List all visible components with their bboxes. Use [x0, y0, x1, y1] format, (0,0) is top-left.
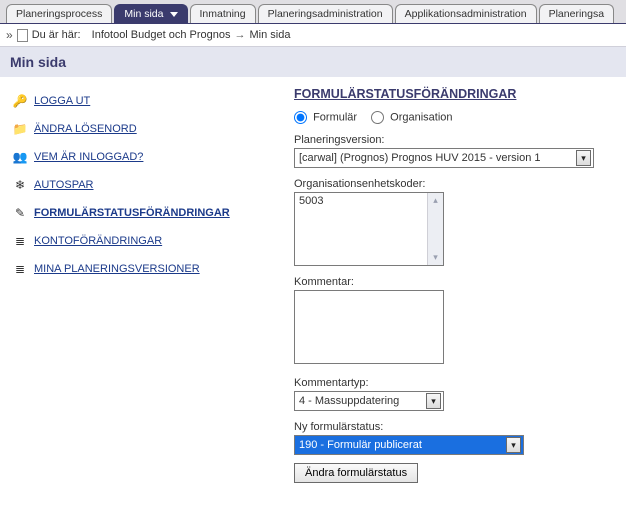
tab-bar: Planeringsprocess Min sida Inmatning Pla… — [0, 0, 626, 24]
newstatus-select[interactable]: 190 - Formulär publicerat ▾ — [294, 435, 524, 455]
sidebar-item-label: KONTOFÖRÄNDRINGAR — [34, 235, 162, 247]
tab-planeringsprocess[interactable]: Planeringsprocess — [6, 4, 112, 23]
radio-organisation[interactable]: Organisation — [371, 111, 452, 124]
sidebar-item-loggaut[interactable]: 🔑 LOGGA UT — [12, 87, 272, 115]
document-icon — [17, 29, 28, 42]
sidebar-item-label: LOGGA UT — [34, 95, 90, 107]
sidebar-item-formularstatus[interactable]: ✎ FORMULÄRSTATUSFÖRÄNDRINGAR — [12, 199, 272, 227]
commenttype-label: Kommentartyp: — [294, 377, 612, 389]
sidebar: 🔑 LOGGA UT 📁 ÄNDRA LÖSENORD 👥 VEM ÄR INL… — [0, 77, 280, 293]
breadcrumb: » Du är här: Infotool Budget och Prognos… — [0, 24, 626, 47]
logout-icon: 🔑 — [12, 93, 28, 109]
planversion-value: [carwal] (Prognos) Prognos HUV 2015 - ve… — [299, 152, 541, 164]
chevron-down-icon: ▾ — [576, 150, 591, 166]
formstatus-icon: ✎ — [12, 205, 28, 221]
chevron-icon: » — [6, 28, 13, 42]
tab-inmatning[interactable]: Inmatning — [190, 4, 256, 23]
sidebar-item-autospar[interactable]: ❄ AUTOSPAR — [12, 171, 272, 199]
breadcrumb-current: Min sida — [250, 29, 291, 41]
arrow-icon: → — [235, 29, 246, 41]
comment-textarea[interactable] — [294, 290, 444, 364]
tab-min-sida[interactable]: Min sida — [114, 4, 187, 23]
sidebar-item-mina-planversioner[interactable]: ≣ MINA PLANERINGSVERSIONER — [12, 255, 272, 283]
sidebar-item-label: VEM ÄR INLOGGAD? — [34, 151, 143, 163]
tab-applikationsadministration[interactable]: Applikationsadministration — [395, 4, 537, 23]
commenttype-select[interactable]: 4 - Massuppdatering ▾ — [294, 391, 444, 411]
newstatus-value: 190 - Formulär publicerat — [299, 439, 422, 451]
radio-organisation-input[interactable] — [371, 111, 384, 124]
breadcrumb-root: Infotool Budget och Prognos — [92, 29, 231, 41]
orgcodes-listbox[interactable]: 5003 ▴ ▾ — [294, 192, 444, 266]
radio-formular[interactable]: Formulär — [294, 111, 357, 124]
newstatus-label: Ny formulärstatus: — [294, 421, 612, 433]
versions-icon: ≣ — [12, 261, 28, 277]
breadcrumb-prefix: Du är här: — [32, 29, 81, 41]
sidebar-item-andra-losenord[interactable]: 📁 ÄNDRA LÖSENORD — [12, 115, 272, 143]
page-title: Min sida — [0, 47, 626, 77]
commenttype-value: 4 - Massuppdatering — [299, 395, 399, 407]
main-panel: FORMULÄRSTATUSFÖRÄNDRINGAR Formulär Orga… — [280, 77, 626, 499]
scroll-up-icon: ▴ — [433, 195, 438, 206]
scroll-down-icon: ▾ — [433, 252, 438, 263]
radio-formular-input[interactable] — [294, 111, 307, 124]
planversion-select[interactable]: [carwal] (Prognos) Prognos HUV 2015 - ve… — [294, 148, 594, 168]
submit-button[interactable]: Ändra formulärstatus — [294, 463, 418, 483]
tab-planeringsadministration[interactable]: Planeringsadministration — [258, 4, 393, 23]
sidebar-item-label: AUTOSPAR — [34, 179, 94, 191]
password-icon: 📁 — [12, 121, 28, 137]
sidebar-item-label: ÄNDRA LÖSENORD — [34, 123, 137, 135]
autosave-icon: ❄ — [12, 177, 28, 193]
comment-label: Kommentar: — [294, 276, 612, 288]
chevron-down-icon: ▾ — [426, 393, 441, 409]
tab-planeringsa-cut[interactable]: Planeringsa — [539, 4, 614, 23]
sidebar-item-label: MINA PLANERINGSVERSIONER — [34, 263, 200, 275]
planversion-label: Planeringsversion: — [294, 134, 612, 146]
sidebar-item-vem-inloggad[interactable]: 👥 VEM ÄR INLOGGAD? — [12, 143, 272, 171]
radio-formular-label: Formulär — [313, 111, 357, 123]
orgcodes-label: Organisationsenhetskoder: — [294, 178, 612, 190]
users-icon: 👥 — [12, 149, 28, 165]
radio-organisation-label: Organisation — [390, 111, 452, 123]
account-icon: ≣ — [12, 233, 28, 249]
scrollbar[interactable]: ▴ ▾ — [427, 193, 443, 265]
orgcodes-item[interactable]: 5003 — [299, 195, 427, 207]
form-heading: FORMULÄRSTATUSFÖRÄNDRINGAR — [294, 87, 612, 101]
sidebar-item-kontoforandringar[interactable]: ≣ KONTOFÖRÄNDRINGAR — [12, 227, 272, 255]
sidebar-item-label: FORMULÄRSTATUSFÖRÄNDRINGAR — [34, 207, 230, 219]
chevron-down-icon: ▾ — [506, 437, 521, 453]
